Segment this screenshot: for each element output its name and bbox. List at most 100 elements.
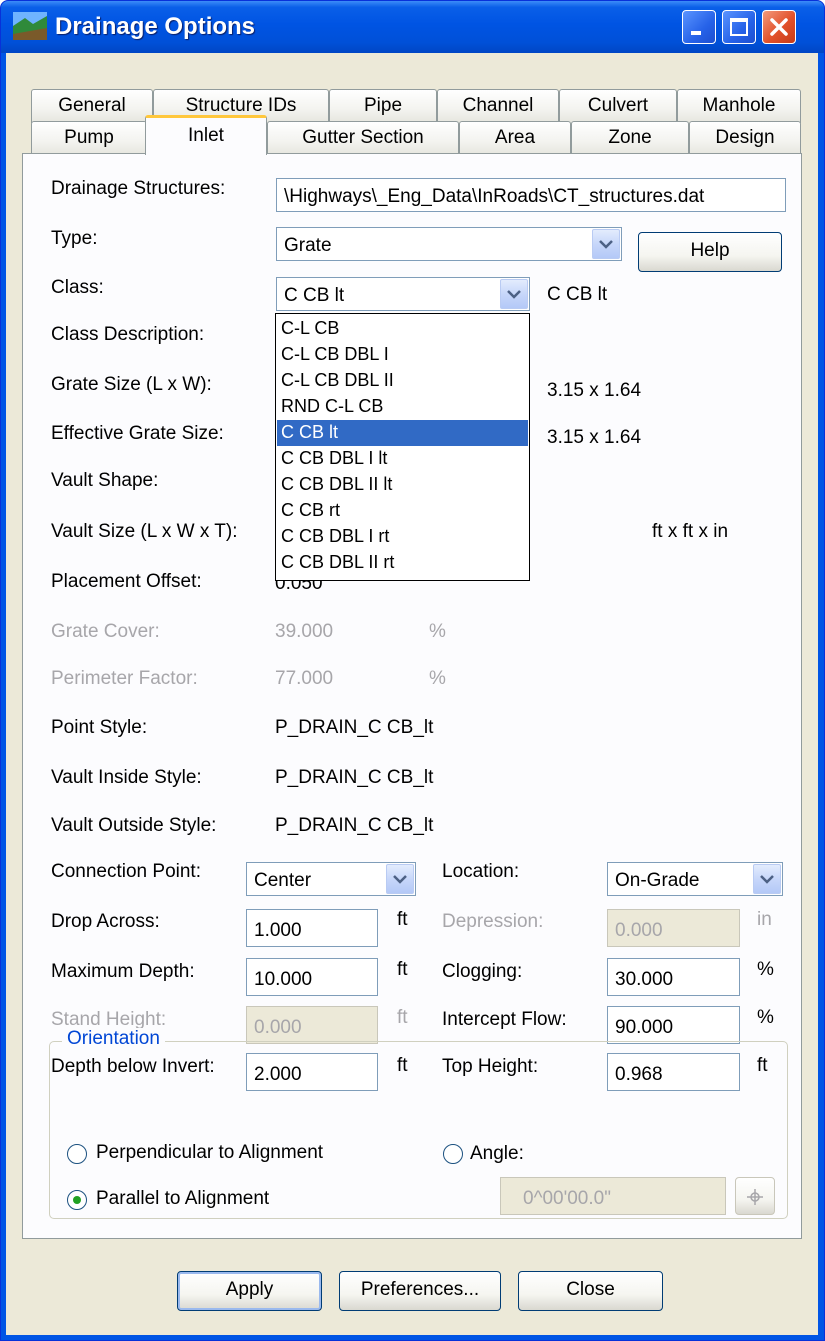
class-label: Class: — [51, 277, 104, 298]
class-description-label: Class Description: — [51, 324, 205, 345]
class-value: C CB lt — [284, 285, 345, 306]
crosshair-icon — [745, 1189, 765, 1212]
class-option[interactable]: C-L CB DBL II — [277, 368, 528, 394]
radio-selected-dot — [73, 1196, 81, 1204]
drop-across-field[interactable]: 1.000 — [246, 909, 378, 947]
intercept-flow-unit: % — [757, 1007, 774, 1028]
orientation-group-title: Orientation — [62, 1028, 165, 1050]
tab-gutter-section[interactable]: Gutter Section — [267, 121, 459, 155]
class-display-value: C CB lt — [547, 284, 608, 305]
location-label: Location: — [442, 861, 520, 882]
depression-label: Depression: — [442, 911, 544, 932]
tab-manhole[interactable]: Manhole — [677, 89, 801, 123]
vault-outside-style-label: Vault Outside Style: — [51, 815, 217, 836]
title-bar[interactable]: Drainage Options — [1, 1, 824, 53]
effective-grate-size-label: Effective Grate Size: — [51, 423, 224, 444]
maximize-button[interactable] — [722, 10, 756, 44]
locate-angle-button[interactable] — [735, 1177, 775, 1215]
grate-cover-value: 39.000 — [275, 621, 334, 642]
maximum-depth-label: Maximum Depth: — [51, 961, 195, 982]
class-option[interactable]: C CB DBL II rt — [277, 550, 528, 576]
vault-inside-style-value: P_DRAIN_C CB_lt — [275, 767, 434, 788]
grate-size-value: 3.15 x 1.64 — [547, 380, 642, 401]
vault-outside-style-value: P_DRAIN_C CB_lt — [275, 815, 434, 836]
top-height-field[interactable]: 0.968 — [607, 1053, 740, 1091]
class-option[interactable]: C CB rt — [277, 498, 528, 524]
minimize-button[interactable] — [682, 10, 716, 44]
parallel-radio[interactable] — [67, 1190, 87, 1210]
depression-unit: in — [757, 909, 772, 930]
stand-height-field[interactable]: 0.000 — [246, 1006, 378, 1044]
close-button[interactable]: Close — [518, 1271, 663, 1311]
vault-size-units: ft x ft x in — [652, 521, 729, 542]
tab-design[interactable]: Design — [689, 121, 801, 155]
placement-offset-label: Placement Offset: — [51, 571, 202, 592]
close-window-button[interactable] — [762, 10, 796, 44]
parallel-label[interactable]: Parallel to Alignment — [96, 1188, 269, 1210]
depth-below-invert-field[interactable]: 2.000 — [246, 1053, 378, 1091]
angle-field[interactable]: 0^00'00.0" — [500, 1177, 726, 1215]
intercept-flow-label: Intercept Flow: — [442, 1009, 567, 1030]
point-style-value: P_DRAIN_C CB_lt — [275, 717, 434, 738]
class-option[interactable]: C-L CB — [277, 316, 528, 342]
perpendicular-radio[interactable] — [67, 1144, 87, 1164]
tab-general[interactable]: General — [31, 89, 153, 123]
vault-size-label: Vault Size (L x W x T): — [51, 521, 238, 542]
drainage-options-window: Drainage Options General Structure IDs P… — [0, 0, 825, 1341]
depth-below-invert-unit: ft — [397, 1055, 408, 1076]
chevron-down-icon[interactable] — [592, 229, 620, 259]
chevron-down-icon[interactable] — [500, 279, 528, 309]
perimeter-factor-label: Perimeter Factor: — [51, 668, 198, 689]
class-option-selected[interactable]: C CB lt — [277, 420, 528, 446]
tab-pump[interactable]: Pump — [31, 121, 147, 155]
tab-area[interactable]: Area — [459, 121, 571, 155]
preferences-button[interactable]: Preferences... — [339, 1271, 501, 1311]
depth-below-invert-label: Depth below Invert: — [51, 1056, 215, 1077]
class-dropdown[interactable]: C CB lt — [276, 277, 530, 311]
chevron-down-icon[interactable] — [753, 864, 781, 894]
connection-point-dropdown[interactable]: Center — [246, 862, 416, 896]
tab-inlet[interactable]: Inlet — [145, 115, 267, 155]
effective-grate-size-value: 3.15 x 1.64 — [547, 427, 642, 448]
apply-button[interactable]: Apply — [177, 1271, 322, 1311]
tab-zone[interactable]: Zone — [571, 121, 689, 155]
top-height-unit: ft — [757, 1055, 768, 1076]
drop-across-label: Drop Across: — [51, 911, 160, 932]
tab-channel[interactable]: Channel — [437, 89, 559, 123]
perpendicular-label[interactable]: Perpendicular to Alignment — [96, 1142, 323, 1164]
tab-pipe[interactable]: Pipe — [329, 89, 437, 123]
grate-size-label: Grate Size (L x W): — [51, 374, 212, 395]
top-height-label: Top Height: — [442, 1056, 539, 1077]
maximum-depth-field[interactable]: 10.000 — [246, 958, 378, 996]
type-label: Type: — [51, 228, 98, 249]
connection-point-value: Center — [254, 870, 312, 891]
drainage-structures-label: Drainage Structures: — [51, 178, 226, 199]
drainage-structures-field[interactable]: \Highways\_Eng_Data\InRoads\CT_structure… — [276, 178, 786, 212]
vault-inside-style-label: Vault Inside Style: — [51, 767, 202, 788]
grate-cover-label: Grate Cover: — [51, 621, 160, 642]
class-dropdown-list: C-L CB C-L CB DBL I C-L CB DBL II RND C-… — [275, 313, 530, 581]
help-button[interactable]: Help — [638, 232, 782, 272]
clogging-field[interactable]: 30.000 — [607, 958, 740, 996]
angle-radio[interactable] — [443, 1144, 463, 1164]
type-dropdown[interactable]: Grate — [276, 227, 622, 261]
angle-label[interactable]: Angle: — [470, 1143, 524, 1165]
class-option[interactable]: C CB DBL I lt — [277, 446, 528, 472]
class-option[interactable]: C-L CB DBL I — [277, 342, 528, 368]
class-option[interactable]: C CB DBL I rt — [277, 524, 528, 550]
tab-culvert[interactable]: Culvert — [559, 89, 677, 123]
class-option[interactable]: RND C-L CB — [277, 394, 528, 420]
class-option[interactable]: C CB DBL II lt — [277, 472, 528, 498]
drop-across-unit: ft — [397, 909, 408, 930]
location-dropdown[interactable]: On-Grade — [607, 862, 783, 896]
perimeter-factor-unit: % — [429, 668, 446, 689]
vault-shape-label: Vault Shape: — [51, 470, 159, 491]
clogging-unit: % — [757, 959, 774, 980]
grate-cover-unit: % — [429, 621, 446, 642]
point-style-label: Point Style: — [51, 717, 148, 738]
connection-point-label: Connection Point: — [51, 861, 201, 882]
intercept-flow-field[interactable]: 90.000 — [607, 1006, 740, 1044]
chevron-down-icon[interactable] — [386, 864, 414, 894]
depression-field[interactable]: 0.000 — [607, 909, 740, 947]
perimeter-factor-value: 77.000 — [275, 668, 334, 689]
